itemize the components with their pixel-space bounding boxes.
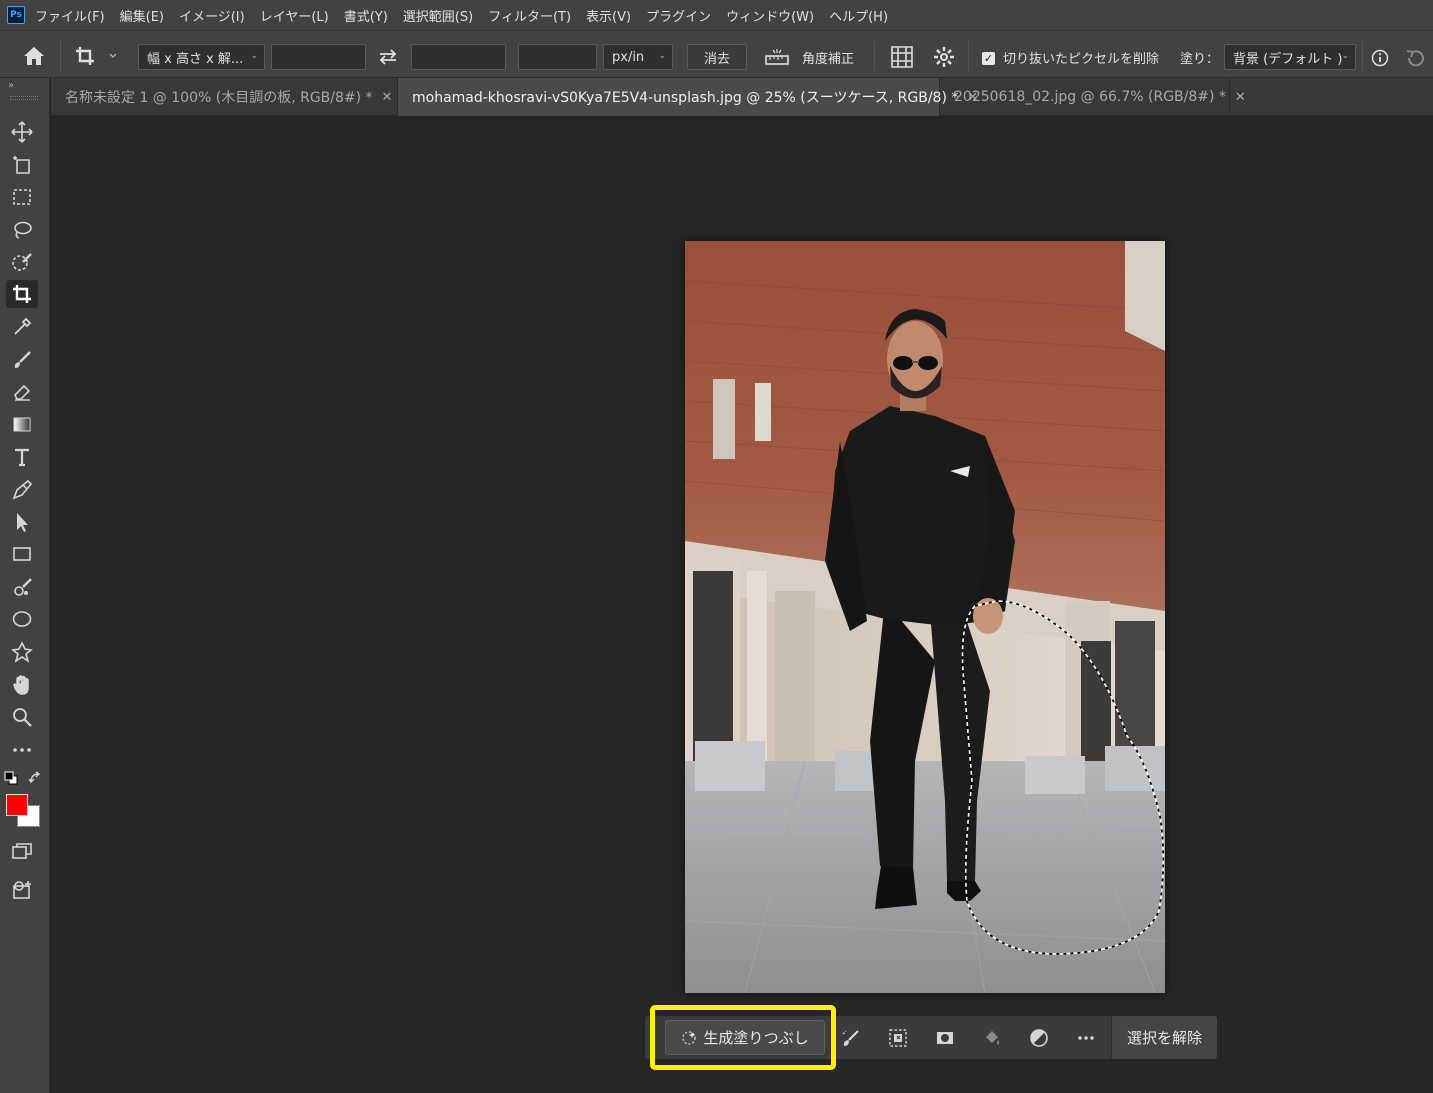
swap-icon[interactable] (377, 48, 399, 66)
document-tab-bar: 名称未設定 1 @ 100% (木目調の板, RGB/8#) * ✕ moham… (51, 78, 1433, 116)
crop-tool-icon[interactable] (6, 280, 38, 308)
create-mask-icon[interactable] (934, 1027, 956, 1049)
separator (1362, 41, 1363, 71)
menu-file[interactable]: ファイル(F) (35, 6, 105, 25)
tab-document-20250618[interactable]: 20250618_02.jpg @ 66.7% (RGB/8#) * ✕ (940, 78, 1246, 116)
gradient-tool-icon[interactable] (6, 410, 38, 438)
ratio-select-value: 幅 x 高さ x 解... (147, 51, 244, 67)
separator (968, 41, 969, 71)
tab-label: 20250618_02.jpg @ 66.7% (RGB/8#) * (954, 89, 1226, 105)
object-selection-tool-icon[interactable] (6, 248, 38, 276)
suit-man-photo (685, 241, 1165, 993)
more-options-icon[interactable] (1075, 1027, 1097, 1049)
path-selection-tool-icon[interactable] (6, 508, 38, 536)
home-icon[interactable] (22, 45, 46, 67)
crop-tool-preset-icon[interactable] (74, 45, 118, 67)
delete-cropped-checkbox[interactable]: ✓ (982, 52, 995, 65)
info-icon[interactable] (1371, 49, 1389, 67)
menu-select[interactable]: 選択範囲(S) (403, 6, 473, 25)
unit-select[interactable]: px/in ⌄ (603, 44, 673, 70)
menu-bar: Ps ファイル(F) 編集(E) イメージ(I) レイヤー(L) 書式(Y) 選… (0, 0, 1433, 30)
menu-edit[interactable]: 編集(E) (120, 6, 164, 25)
fill-select[interactable]: 背景 (デフォルト ) ⌄ (1224, 44, 1356, 70)
swap-colors-icon[interactable] (28, 771, 42, 785)
close-icon[interactable]: ✕ (1235, 90, 1246, 105)
document-canvas-photo[interactable] (685, 241, 1165, 993)
menu-plugins[interactable]: プラグイン (646, 6, 711, 25)
chevron-down-icon: ⌄ (1341, 51, 1349, 61)
tab-label: mohamad-khosravi-vS0Kya7E5V4-unsplash.jp… (412, 90, 959, 106)
menu-type[interactable]: 書式(Y) (344, 6, 388, 25)
width-input[interactable] (271, 44, 366, 70)
tab-label: 名称未設定 1 @ 100% (木目調の板, RGB/8#) * (65, 90, 373, 106)
separator (874, 41, 875, 71)
deselect-button[interactable]: 選択を解除 (1111, 1016, 1217, 1059)
tab-document-suit-photo[interactable]: mohamad-khosravi-vS0Kya7E5V4-unsplash.jp… (398, 78, 978, 116)
rectangular-marquee-tool-icon[interactable] (6, 183, 38, 211)
fill-select-value: 背景 (デフォルト ) (1233, 51, 1343, 67)
reset-icon[interactable] (1404, 47, 1428, 69)
remove-tool-icon[interactable] (6, 573, 38, 601)
separator (60, 41, 61, 71)
collapse-panel-icon[interactable]: » (8, 80, 14, 91)
rectangle-tool-icon[interactable] (6, 540, 38, 568)
foreground-color-swatch[interactable] (6, 794, 28, 816)
menu-layer[interactable]: レイヤー(L) (260, 6, 329, 25)
fill-label: 塗り： (1180, 52, 1220, 67)
unit-select-value: px/in (612, 49, 645, 65)
tools-panel: » (0, 78, 50, 1093)
options-bar: 幅 x 高さ x 解... ⌄ px/in ⌄ 消去 角度補正 ✓ 切り抜いたピ… (0, 30, 1433, 78)
straighten-icon[interactable] (764, 47, 790, 67)
panel-grip[interactable] (10, 96, 38, 100)
ellipse-tool-icon[interactable] (6, 605, 38, 633)
brush-tool-icon[interactable] (6, 346, 38, 374)
ratio-select[interactable]: 幅 x 高さ x 解... ⌄ (138, 44, 265, 70)
move-tool-icon[interactable] (6, 118, 38, 146)
delete-cropped-label[interactable]: 切り抜いたピクセルを削除 (1003, 48, 1159, 67)
pen-tool-icon[interactable] (6, 476, 38, 504)
eyedropper-tool-icon[interactable] (6, 313, 38, 341)
custom-shape-tool-icon[interactable] (6, 638, 38, 666)
quick-mask-icon[interactable] (6, 838, 38, 866)
menu-view[interactable]: 表示(V) (586, 6, 631, 25)
menu-help[interactable]: ヘルプ(H) (829, 6, 888, 25)
menu-image[interactable]: イメージ(I) (179, 6, 245, 25)
select-subject-icon[interactable] (887, 1027, 909, 1049)
chevron-down-icon: ⌄ (658, 51, 666, 61)
settings-gear-icon[interactable] (933, 46, 955, 68)
menu-filter[interactable]: フィルター(T) (488, 6, 571, 25)
artboard-tool-icon[interactable] (6, 151, 38, 179)
screen-mode-icon[interactable] (6, 876, 38, 904)
modify-selection-brush-icon[interactable] (840, 1027, 862, 1049)
highlight-annotation-box (650, 1005, 836, 1070)
menu-window[interactable]: ウィンドウ(W) (726, 6, 814, 25)
adjustment-layer-icon[interactable] (1028, 1027, 1050, 1049)
hand-tool-icon[interactable] (6, 671, 38, 699)
chevron-down-icon: ⌄ (250, 51, 258, 61)
more-tools-icon[interactable] (6, 736, 38, 764)
type-tool-icon[interactable] (6, 443, 38, 471)
overlay-grid-icon[interactable] (890, 45, 914, 69)
straighten-label[interactable]: 角度補正 (802, 48, 854, 67)
eraser-tool-icon[interactable] (6, 378, 38, 406)
tab-document-untitled[interactable]: 名称未設定 1 @ 100% (木目調の板, RGB/8#) * ✕ (51, 78, 398, 116)
resolution-input[interactable] (518, 44, 597, 70)
lasso-tool-icon[interactable] (6, 216, 38, 244)
fill-selection-icon[interactable] (981, 1027, 1003, 1049)
height-input[interactable] (411, 44, 506, 70)
zoom-tool-icon[interactable] (6, 703, 38, 731)
clear-button[interactable]: 消去 (687, 44, 747, 70)
default-colors-icon[interactable] (4, 771, 18, 785)
photoshop-logo-icon[interactable]: Ps (7, 6, 25, 24)
close-icon[interactable]: ✕ (382, 90, 393, 105)
